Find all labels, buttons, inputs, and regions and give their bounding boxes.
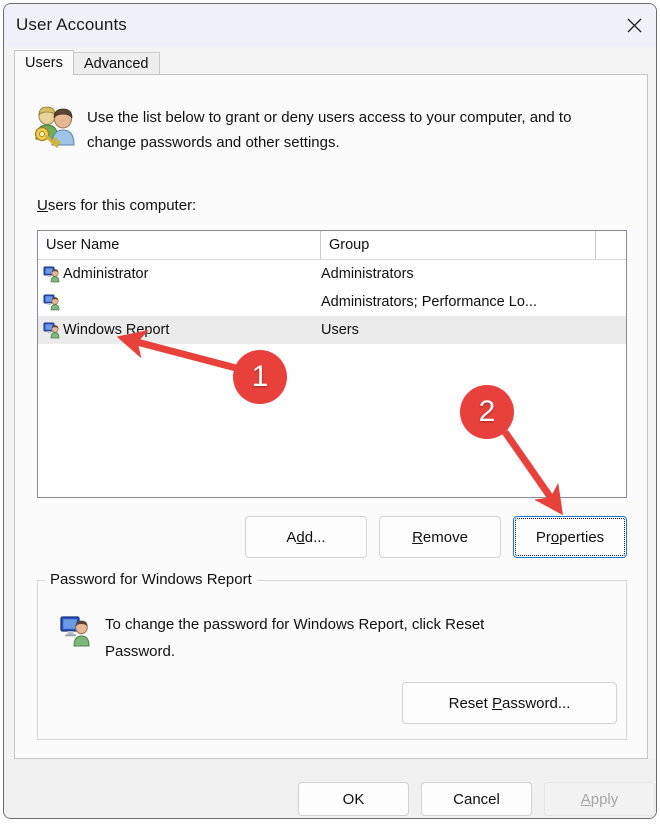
password-groupbox-title: Password for Windows Report — [45, 571, 257, 588]
table-cell-group: Administrators — [321, 260, 591, 288]
user-accounts-dialog: User Accounts Users Advanced — [3, 3, 657, 819]
close-icon — [626, 17, 643, 34]
ok-button-label: OK — [343, 791, 365, 808]
table-row[interactable]: Administrator Administrators — [38, 260, 626, 288]
cancel-button[interactable]: Cancel — [421, 782, 532, 816]
apply-button-label: Apply — [581, 791, 619, 808]
title-bar: User Accounts — [4, 4, 657, 47]
properties-button[interactable]: Properties — [513, 516, 627, 558]
users-tab-page: Use the list below to grant or deny user… — [14, 74, 648, 759]
table-cell-user-name: Administrator — [63, 260, 148, 288]
table-cell-group: Users — [321, 316, 591, 344]
reset-password-button[interactable]: Reset Password... — [402, 682, 617, 724]
column-header-group[interactable]: Group — [321, 231, 596, 259]
user-monitor-icon — [60, 614, 93, 647]
add-button-label: Add... — [286, 529, 325, 546]
users-list-label-rest: sers for this computer: — [48, 197, 196, 214]
reset-password-button-label: Reset Password... — [449, 695, 571, 712]
table-cell-user-name: Windows Report — [63, 316, 169, 344]
column-header-user-name-label: User Name — [46, 237, 119, 253]
tab-advanced[interactable]: Advanced — [73, 52, 160, 75]
users-key-icon — [32, 101, 80, 149]
close-button[interactable] — [611, 4, 657, 47]
cancel-button-label: Cancel — [453, 791, 500, 808]
table-row-selected[interactable]: Windows Report Users — [38, 316, 626, 344]
apply-button: Apply — [544, 782, 655, 816]
properties-button-label: Properties — [536, 529, 604, 546]
tab-users-label: Users — [25, 55, 63, 71]
column-header-group-label: Group — [329, 237, 369, 253]
dialog-description: Use the list below to grant or deny user… — [87, 105, 617, 155]
add-button[interactable]: Add... — [245, 516, 367, 558]
tab-advanced-label: Advanced — [84, 56, 149, 72]
tab-users[interactable]: Users — [14, 50, 74, 75]
table-row[interactable]: Administrators; Performance Lo... — [38, 288, 626, 316]
tab-strip: Users Advanced — [4, 47, 657, 75]
user-monitor-icon — [43, 293, 61, 311]
users-list-label: Users for this computer: — [37, 197, 196, 214]
password-instruction-text: To change the password for Windows Repor… — [105, 611, 555, 665]
table-cell-group: Administrators; Performance Lo... — [321, 288, 591, 316]
user-monitor-icon — [43, 265, 61, 283]
users-list-label-accel: U — [37, 197, 48, 214]
window-title: User Accounts — [16, 15, 127, 35]
column-header-extra[interactable] — [596, 231, 626, 259]
users-list[interactable]: User Name Group — [37, 230, 627, 498]
user-monitor-icon — [43, 321, 61, 339]
ok-button[interactable]: OK — [298, 782, 409, 816]
remove-button-label: Remove — [412, 529, 468, 546]
column-header-user-name[interactable]: User Name — [38, 231, 321, 259]
remove-button[interactable]: Remove — [379, 516, 501, 558]
list-header-row: User Name Group — [38, 231, 626, 260]
